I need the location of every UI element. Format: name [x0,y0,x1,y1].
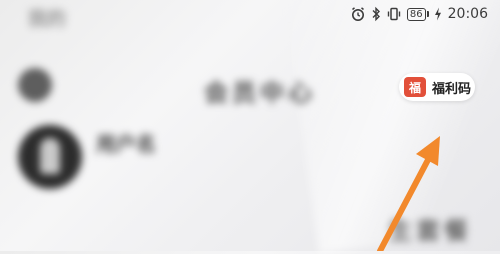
annotation-arrow-icon [377,136,440,251]
battery-tip [426,11,429,17]
battery-level: 86 [406,7,426,21]
welfare-icon: 福 [404,77,426,97]
battery-icon: 86 [406,7,429,21]
menu-icon [18,68,52,102]
page-title: 我的 [28,8,67,30]
welfare-code-button[interactable]: 福 福利码 [399,73,475,101]
charging-icon [434,7,442,21]
clock: 20:06 [447,6,488,22]
bluetooth-icon [371,6,381,22]
menu-title: 会员中心 [204,79,316,107]
welfare-code-label: 福利码 [432,81,472,97]
alarm-icon [350,6,366,22]
profile-name: 用户名 [96,132,156,156]
status-bar: 86 20:06 [350,4,488,24]
vibrate-icon [386,6,402,22]
avatar-figure [40,138,60,174]
